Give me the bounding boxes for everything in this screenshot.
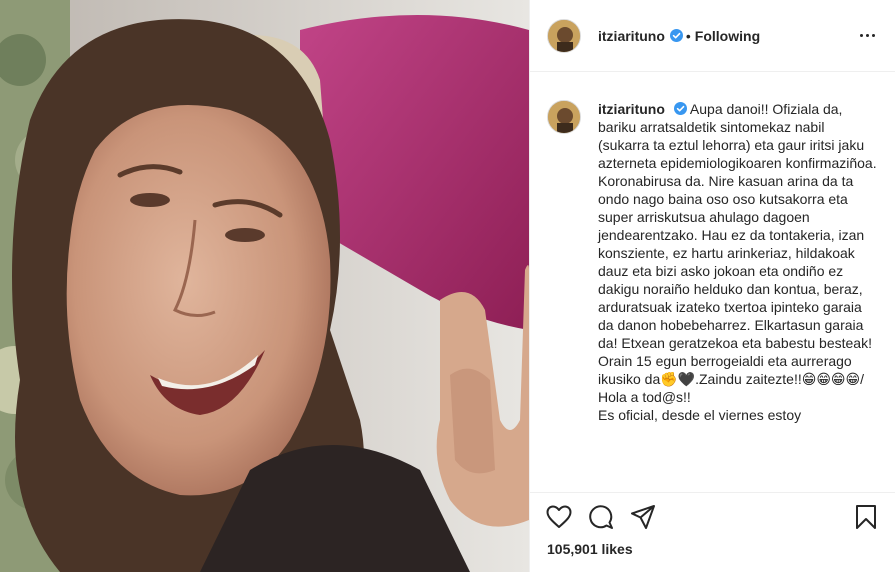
avatar-image [548,101,580,133]
header-separator: • [685,27,691,44]
comments-section: itziarituno Aupa danoi!! Ofiziala da, ba… [530,72,895,492]
caption-text: Aupa danoi!! Ofiziala da, bariku arratsa… [598,101,877,423]
post-header: itziarituno • Following [530,0,895,72]
likes-count-link[interactable]: 105,901 likes [547,541,633,557]
following-button[interactable]: Following [695,28,760,44]
verified-badge-icon [669,29,683,42]
comment-icon[interactable] [588,504,614,530]
header-username[interactable]: itziarituno [598,28,665,44]
heart-icon[interactable] [546,504,572,530]
verified-badge-icon [673,102,687,115]
instagram-post: itziarituno • Following itziarituno Aupa… [0,0,895,572]
post-actions-area: 105,901 likes [530,492,895,572]
post-details-panel: itziarituno • Following itziarituno Aupa… [529,0,895,572]
caption-username[interactable]: itziarituno [598,101,665,117]
avatar-image [548,19,580,52]
profile-avatar[interactable] [547,18,581,53]
more-options-icon[interactable] [855,24,879,48]
bookmark-icon[interactable] [853,504,879,530]
caption-avatar[interactable] [547,100,581,134]
likes-count: 105,901 likes [530,541,895,557]
post-caption: itziarituno Aupa danoi!! Ofiziala da, ba… [598,100,878,492]
post-photo[interactable] [0,0,529,572]
action-bar [530,493,895,541]
share-icon[interactable] [630,504,656,530]
selfie-image [0,0,529,572]
